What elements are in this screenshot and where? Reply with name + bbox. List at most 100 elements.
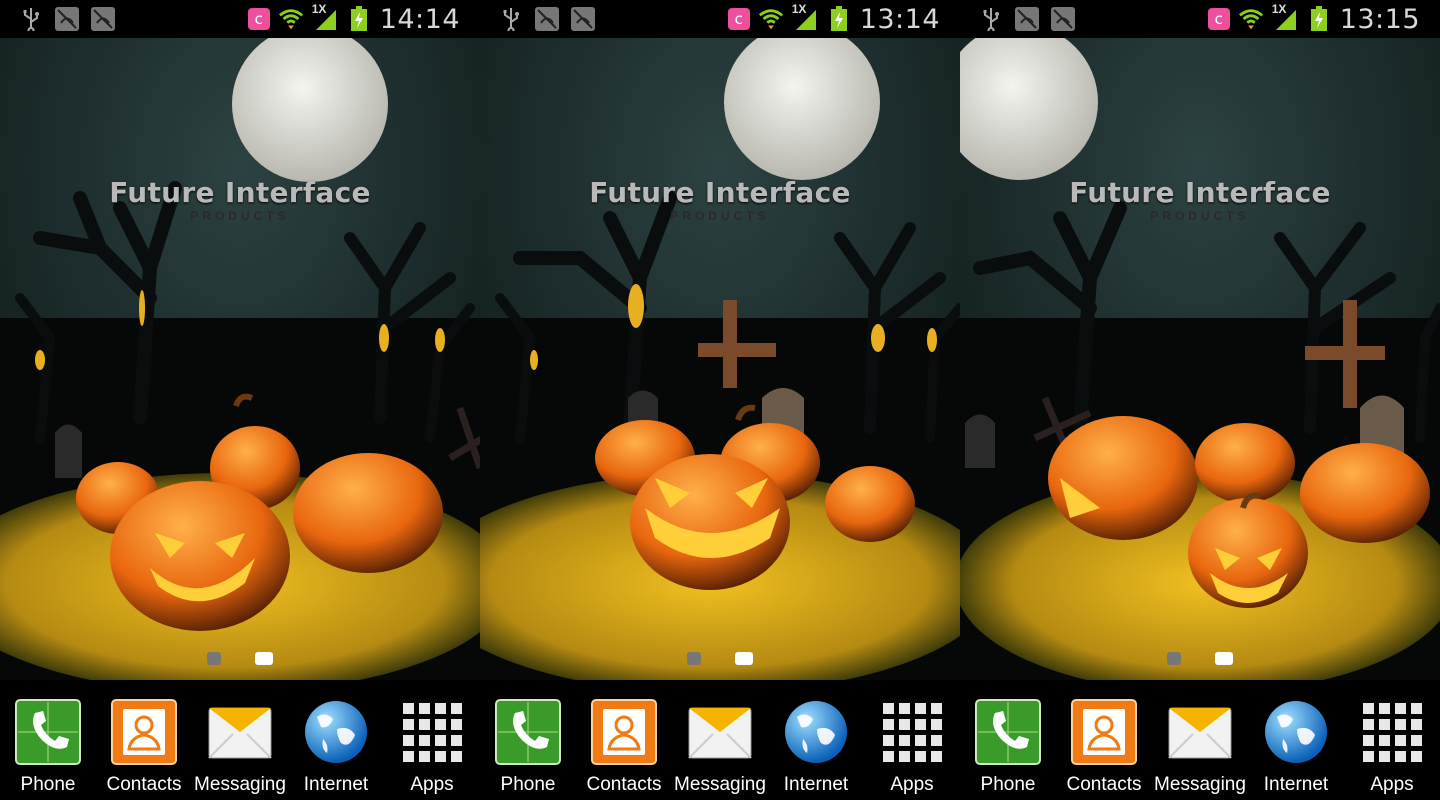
dock: Phone Contacts Messaging Internet Apps [480,690,960,800]
dock-label: Messaging [194,774,286,795]
app-notification-icon: c [1207,8,1230,30]
sync-off-icon [570,6,596,32]
network-type-label: 1X [311,2,327,16]
battery-charging-icon [1306,6,1332,32]
globe-icon[interactable] [1262,698,1330,766]
wallpaper-branding: Future Interface PRODUCTS [960,176,1440,223]
envelope-icon[interactable] [206,698,274,766]
network-type-label: 1X [791,2,807,16]
live-wallpaper: Future Interface PRODUCTS [0,38,480,680]
usb-icon [18,6,44,32]
page-dot-active[interactable] [735,652,753,665]
status-clock: 13:14 [859,3,940,35]
brand-title: Future Interface [589,176,851,209]
usb-icon [978,6,1004,32]
usb-icon [498,6,524,32]
dock-label: Apps [410,774,454,795]
signal-icon: 1X [312,2,338,32]
battery-charging-icon [346,6,372,32]
phone-icon[interactable] [974,698,1042,766]
brand-subtitle: PRODUCTS [190,209,290,223]
dock-label: Internet [303,774,369,795]
dock-item-contacts[interactable]: Contacts [96,690,192,800]
globe-icon[interactable] [782,698,850,766]
contacts-icon[interactable] [1070,698,1138,766]
phone-screen-2: c 1X 13:14 Future Interface PRODUCTS Pho… [480,0,960,800]
network-type-label: 1X [1271,2,1287,16]
brand-title: Future Interface [1069,176,1331,209]
dock-item-apps[interactable]: Apps [384,690,480,800]
phone-screen-1: c 1X 14:14 Future Interface PRODUCTS Pho… [0,0,480,800]
dock-item-phone[interactable]: Phone [480,690,576,800]
brand-subtitle: PRODUCTS [1150,209,1250,223]
page-dot-active[interactable] [255,652,273,665]
app-grid-icon[interactable] [1358,698,1426,766]
screenshot-strip: c 1X 14:14 Future Interface PRODUCTS Pho… [0,0,1440,800]
dock-label: Internet [1263,774,1329,795]
dock-label: Contacts [1066,774,1142,795]
sync-off-icon [1050,6,1076,32]
dock-item-contacts[interactable]: Contacts [576,690,672,800]
page-dot[interactable] [1167,652,1181,665]
dock: Phone Contacts Messaging Internet Apps [960,690,1440,800]
status-bar: c 1X 13:15 [960,0,1440,38]
status-bar: c 1X 13:14 [480,0,960,38]
brand-subtitle: PRODUCTS [670,209,770,223]
wifi-icon [758,6,784,32]
dock-item-messaging[interactable]: Messaging [1152,690,1248,800]
dock-item-messaging[interactable]: Messaging [192,690,288,800]
app-grid-icon[interactable] [878,698,946,766]
sync-off-icon [90,6,116,32]
dock-item-internet[interactable]: Internet [768,690,864,800]
sync-off-icon [54,6,80,32]
app-grid-icon[interactable] [398,698,466,766]
dock-item-internet[interactable]: Internet [288,690,384,800]
phone-icon[interactable] [14,698,82,766]
sync-off-icon [1014,6,1040,32]
globe-icon[interactable] [302,698,370,766]
page-dot-active[interactable] [1215,652,1233,665]
dock-item-messaging[interactable]: Messaging [672,690,768,800]
wallpaper-branding: Future Interface PRODUCTS [480,176,960,223]
brand-title: Future Interface [109,176,371,209]
wifi-icon [1238,6,1264,32]
dock-label: Phone [980,774,1036,795]
dock-label: Messaging [674,774,766,795]
contacts-icon[interactable] [590,698,658,766]
page-indicator [480,652,960,665]
dock-label: Apps [890,774,934,795]
envelope-icon[interactable] [686,698,754,766]
dock-item-apps[interactable]: Apps [1344,690,1440,800]
dock-item-apps[interactable]: Apps [864,690,960,800]
dock-label: Phone [500,774,556,795]
dock-label: Contacts [586,774,662,795]
dock-label: Internet [783,774,849,795]
dock-item-phone[interactable]: Phone [960,690,1056,800]
status-clock: 14:14 [379,3,460,35]
app-notification-icon: c [727,8,750,30]
wallpaper-branding: Future Interface PRODUCTS [0,176,480,223]
phone-icon[interactable] [494,698,562,766]
signal-icon: 1X [792,2,818,32]
dock-label: Contacts [106,774,182,795]
dock-item-contacts[interactable]: Contacts [1056,690,1152,800]
sync-off-icon [534,6,560,32]
page-indicator [0,652,480,665]
app-notification-icon: c [247,8,270,30]
page-dot[interactable] [687,652,701,665]
dock-item-phone[interactable]: Phone [0,690,96,800]
phone-screen-3: c 1X 13:15 Future Interface PRODUCTS Pho… [960,0,1440,800]
live-wallpaper: Future Interface PRODUCTS [960,38,1440,680]
signal-icon: 1X [1272,2,1298,32]
status-clock: 13:15 [1339,3,1420,35]
wifi-icon [278,6,304,32]
page-indicator [960,652,1440,665]
dock-label: Messaging [1154,774,1246,795]
dock-label: Phone [20,774,76,795]
dock-item-internet[interactable]: Internet [1248,690,1344,800]
battery-charging-icon [826,6,852,32]
page-dot[interactable] [207,652,221,665]
envelope-icon[interactable] [1166,698,1234,766]
dock-label: Apps [1370,774,1414,795]
contacts-icon[interactable] [110,698,178,766]
